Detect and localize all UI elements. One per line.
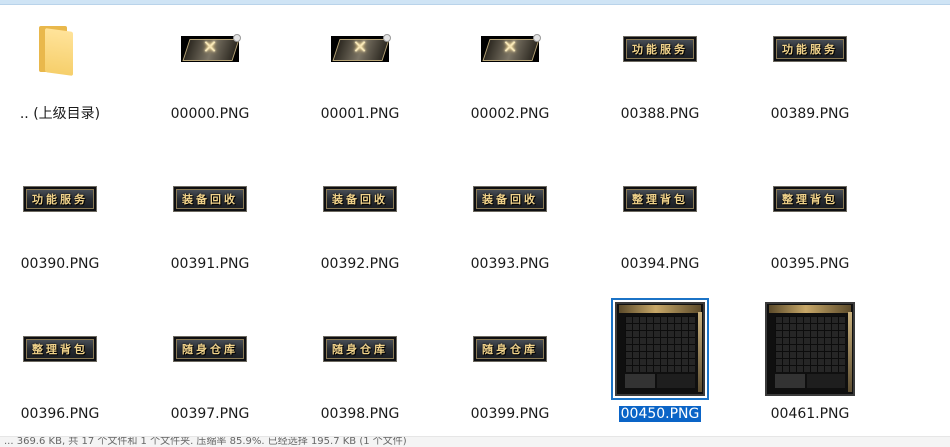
file-item[interactable]: 装备回收 00391.PNG <box>155 155 265 295</box>
file-name-text: 00399.PNG <box>470 406 550 422</box>
file-item[interactable]: 整理背包 00396.PNG <box>5 305 115 445</box>
file-thumbnail: ✕ <box>455 5 565 93</box>
file-thumbnail: 随身仓库 <box>305 305 415 393</box>
file-thumbnail: 功能服务 <box>5 155 115 243</box>
game-button-image: 装备回收 <box>174 187 246 211</box>
file-item[interactable]: 随身仓库 00398.PNG <box>305 305 415 445</box>
file-thumbnail <box>5 5 115 93</box>
file-name: 00001.PNG <box>305 105 415 123</box>
file-item[interactable]: 装备回收 00392.PNG <box>305 155 415 295</box>
file-item[interactable]: 00461.PNG <box>755 302 865 445</box>
game-button-image: 随身仓库 <box>474 337 546 361</box>
file-name: 00000.PNG <box>155 105 265 123</box>
file-item[interactable]: 功能服务 00389.PNG <box>755 5 865 145</box>
file-name: 00394.PNG <box>605 255 715 273</box>
folder-icon <box>35 24 75 76</box>
file-name: 00450.PNG <box>605 405 715 423</box>
file-name: .. (上级目录) <box>5 105 115 123</box>
file-item[interactable]: 随身仓库 00397.PNG <box>155 305 265 445</box>
file-thumbnail: 功能服务 <box>755 5 865 93</box>
file-name: 00393.PNG <box>455 255 565 273</box>
file-name-text: 00393.PNG <box>470 256 550 272</box>
file-item[interactable]: ✕ 00001.PNG <box>305 5 415 145</box>
file-thumbnail: 整理背包 <box>755 155 865 243</box>
file-name-text: .. (上级目录) <box>19 106 101 122</box>
file-item[interactable]: ✕ 00002.PNG <box>455 5 565 145</box>
file-item[interactable]: .. (上级目录) <box>5 5 115 145</box>
inventory-panel-image <box>611 298 709 400</box>
file-name-text: 00388.PNG <box>620 106 700 122</box>
close-button-image: ✕ <box>331 34 391 62</box>
file-thumbnail: 装备回收 <box>455 155 565 243</box>
inventory-panel-image <box>765 302 855 396</box>
file-item[interactable]: 00450.PNG <box>605 298 715 445</box>
file-thumbnail: ✕ <box>155 5 265 93</box>
file-thumbnail: 整理背包 <box>5 305 115 393</box>
file-thumbnail: 整理背包 <box>605 155 715 243</box>
file-name-text: 00394.PNG <box>620 256 700 272</box>
file-name-text: 00389.PNG <box>770 106 850 122</box>
file-item[interactable]: 功能服务 00388.PNG <box>605 5 715 145</box>
game-button-image: 整理背包 <box>624 187 696 211</box>
file-item[interactable]: 整理背包 00394.PNG <box>605 155 715 295</box>
game-button-image: 整理背包 <box>774 187 846 211</box>
close-icon: ✕ <box>352 37 368 58</box>
file-item[interactable]: 随身仓库 00399.PNG <box>455 305 565 445</box>
file-name-text: 00002.PNG <box>470 106 550 122</box>
file-name: 00390.PNG <box>5 255 115 273</box>
game-button-image: 整理背包 <box>24 337 96 361</box>
file-name: 00388.PNG <box>605 105 715 123</box>
file-name-text: 00390.PNG <box>20 256 100 272</box>
file-name-text: 00461.PNG <box>770 406 850 422</box>
file-thumbnail <box>755 302 865 396</box>
file-name-text: 00396.PNG <box>20 406 100 422</box>
game-button-image: 装备回收 <box>474 187 546 211</box>
file-name: 00392.PNG <box>305 255 415 273</box>
close-button-image: ✕ <box>181 34 241 62</box>
file-name-text: 00450.PNG <box>618 406 702 422</box>
file-name: 00396.PNG <box>5 405 115 423</box>
file-name: 00395.PNG <box>755 255 865 273</box>
file-name-text: 00398.PNG <box>320 406 400 422</box>
game-button-image: 功能服务 <box>624 37 696 61</box>
file-name: 00461.PNG <box>755 405 865 423</box>
file-thumbnail: 装备回收 <box>305 155 415 243</box>
status-bar: ... 369.6 KB, 共 17 个文件和 1 个文件夹. 压缩率 85.9… <box>0 436 950 447</box>
file-name-text: 00391.PNG <box>170 256 250 272</box>
file-thumbnail <box>605 298 715 400</box>
game-button-image: 随身仓库 <box>174 337 246 361</box>
file-thumbnail: 随身仓库 <box>155 305 265 393</box>
file-name: 00399.PNG <box>455 405 565 423</box>
game-button-image: 装备回收 <box>324 187 396 211</box>
file-item[interactable]: ✕ 00000.PNG <box>155 5 265 145</box>
file-name-text: 00000.PNG <box>170 106 250 122</box>
close-button-image: ✕ <box>481 34 541 62</box>
game-button-image: 功能服务 <box>774 37 846 61</box>
file-name-text: 00001.PNG <box>320 106 400 122</box>
close-icon: ✕ <box>202 37 218 58</box>
file-thumbnail: 装备回收 <box>155 155 265 243</box>
file-item[interactable]: 装备回收 00393.PNG <box>455 155 565 295</box>
file-name-text: 00395.PNG <box>770 256 850 272</box>
file-name: 00398.PNG <box>305 405 415 423</box>
file-item[interactable]: 功能服务 00390.PNG <box>5 155 115 295</box>
file-name-text: 00392.PNG <box>320 256 400 272</box>
game-button-image: 功能服务 <box>24 187 96 211</box>
file-thumbnail: 随身仓库 <box>455 305 565 393</box>
file-thumbnail: 功能服务 <box>605 5 715 93</box>
file-name: 00002.PNG <box>455 105 565 123</box>
close-icon: ✕ <box>502 37 518 58</box>
file-item[interactable]: 整理背包 00395.PNG <box>755 155 865 295</box>
file-grid: .. (上级目录) ✕ 00000.PNG ✕ 00001.PNG ✕ 00002.PNG 功… <box>0 5 950 435</box>
file-name-text: 00397.PNG <box>170 406 250 422</box>
file-name: 00397.PNG <box>155 405 265 423</box>
file-thumbnail: ✕ <box>305 5 415 93</box>
file-name: 00391.PNG <box>155 255 265 273</box>
file-name: 00389.PNG <box>755 105 865 123</box>
game-button-image: 随身仓库 <box>324 337 396 361</box>
status-text: ... 369.6 KB, 共 17 个文件和 1 个文件夹. 压缩率 85.9… <box>4 436 407 447</box>
